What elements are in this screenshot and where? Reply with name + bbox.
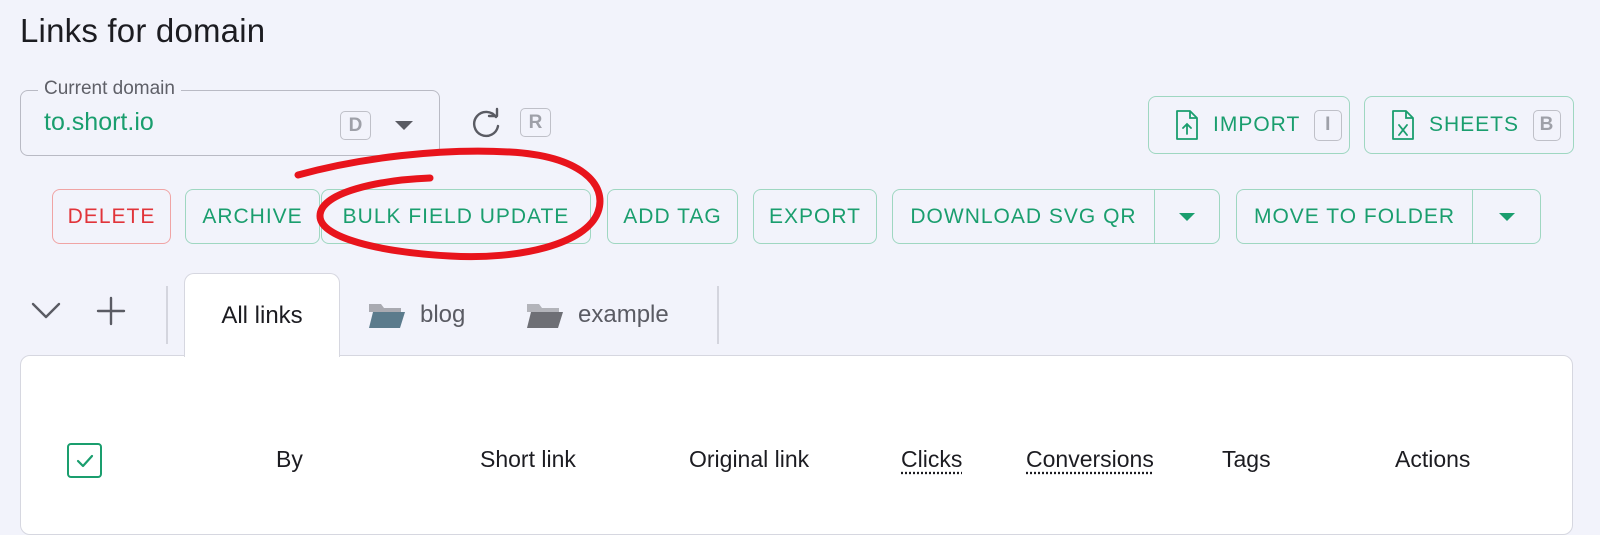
delete-button[interactable]: DELETE xyxy=(52,189,171,244)
export-button[interactable]: EXPORT xyxy=(753,189,877,244)
domain-shortcut-badge: D xyxy=(340,111,371,140)
divider xyxy=(717,286,719,344)
tab-example-label: example xyxy=(578,301,669,329)
import-label: IMPORT xyxy=(1213,113,1300,137)
move-to-folder-split-button[interactable]: MOVE TO FOLDER xyxy=(1236,189,1541,244)
check-icon xyxy=(74,452,96,470)
chevron-down-icon xyxy=(1179,213,1195,221)
file-upload-icon xyxy=(1175,109,1199,141)
column-header-tags[interactable]: Tags xyxy=(1222,446,1271,473)
spreadsheet-icon xyxy=(1391,109,1415,141)
column-header-short-link[interactable]: Short link xyxy=(480,446,576,473)
column-header-original-link[interactable]: Original link xyxy=(689,446,809,473)
move-to-folder-button[interactable]: MOVE TO FOLDER xyxy=(1237,190,1473,243)
sheets-button[interactable]: SHEETS B xyxy=(1364,96,1574,154)
refresh-shortcut-badge: R xyxy=(520,108,551,137)
download-svg-qr-menu-toggle[interactable] xyxy=(1155,190,1219,243)
divider xyxy=(166,286,168,344)
select-all-checkbox[interactable] xyxy=(67,443,102,478)
refresh-icon[interactable] xyxy=(468,106,504,142)
chevron-down-icon[interactable] xyxy=(30,298,62,322)
import-button[interactable]: IMPORT I xyxy=(1148,96,1350,154)
sheets-label: SHEETS xyxy=(1429,113,1519,137)
tab-blog[interactable]: blog xyxy=(368,290,465,340)
column-header-actions: Actions xyxy=(1395,446,1470,473)
plus-icon[interactable] xyxy=(96,296,126,326)
folder-icon xyxy=(526,301,564,329)
sheets-shortcut-badge: B xyxy=(1533,110,1561,141)
add-tag-button[interactable]: ADD TAG xyxy=(607,189,738,244)
domain-select-label: Current domain xyxy=(38,78,181,100)
download-svg-qr-button[interactable]: DOWNLOAD SVG QR xyxy=(893,190,1155,243)
column-header-clicks[interactable]: Clicks xyxy=(901,446,962,473)
tab-example[interactable]: example xyxy=(526,290,669,340)
download-svg-qr-split-button[interactable]: DOWNLOAD SVG QR xyxy=(892,189,1220,244)
tab-all-links[interactable]: All links xyxy=(184,273,340,357)
tab-blog-label: blog xyxy=(420,301,465,329)
move-to-folder-menu-toggle[interactable] xyxy=(1473,190,1540,243)
import-shortcut-badge: I xyxy=(1314,110,1342,141)
column-header-conversions[interactable]: Conversions xyxy=(1026,446,1154,473)
annotation-circle xyxy=(290,140,620,270)
folder-icon xyxy=(368,301,406,329)
links-table-card xyxy=(20,355,1573,535)
domain-select-value[interactable]: to.short.io xyxy=(44,108,154,137)
chevron-down-icon[interactable] xyxy=(395,121,413,130)
column-header-by[interactable]: By xyxy=(276,446,303,473)
chevron-down-icon xyxy=(1499,213,1515,221)
page-title: Links for domain xyxy=(20,12,265,50)
